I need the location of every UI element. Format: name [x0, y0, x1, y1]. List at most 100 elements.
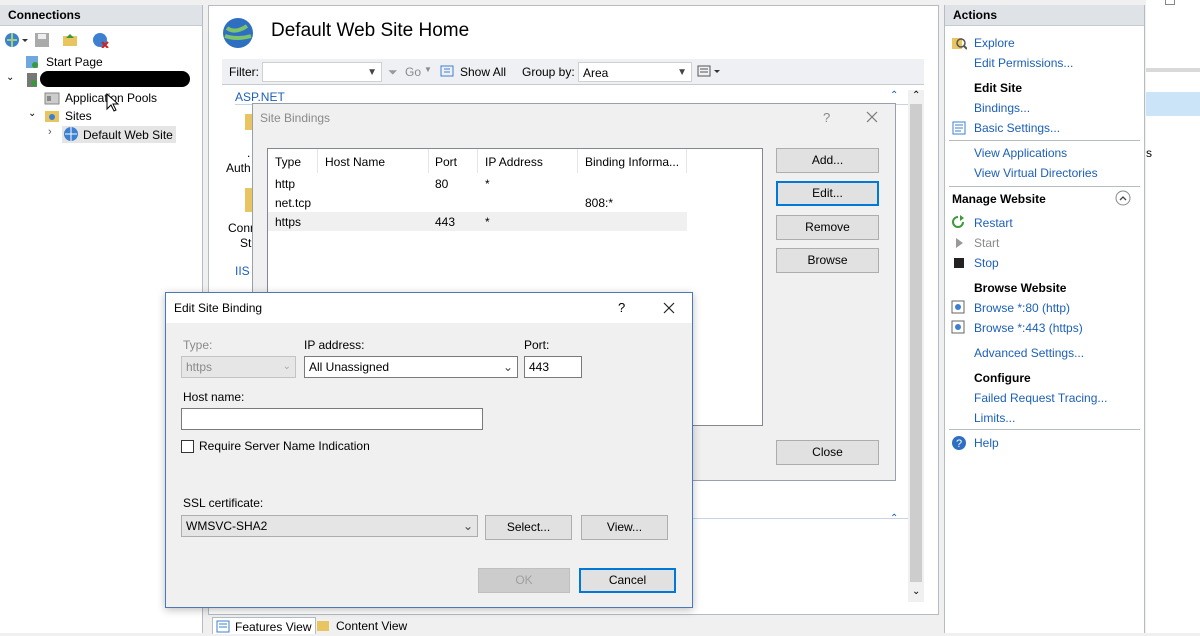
ssl-certificate-label: SSL certificate: — [183, 496, 264, 510]
table-row[interactable]: https 443 * — [268, 212, 687, 231]
restart-link[interactable]: Restart — [974, 216, 1013, 230]
basic-settings-link[interactable]: Basic Settings... — [974, 121, 1060, 135]
section-iis-header[interactable]: IIS — [235, 264, 250, 278]
host-name-label: Host name: — [183, 390, 245, 404]
ip-address-select[interactable]: All Unassigned ⌄ — [304, 356, 518, 378]
stop-link[interactable]: Stop — [974, 256, 999, 270]
browse-443-link[interactable]: Browse *:443 (https) — [974, 321, 1083, 335]
browse-binding-button[interactable]: Browse — [776, 248, 879, 273]
edit-binding-title: Edit Site Binding — [174, 301, 263, 315]
table-row[interactable]: net.tcp 808:* — [268, 193, 687, 212]
content-view-tab[interactable]: Content View — [314, 617, 411, 633]
content-view-label: Content View — [336, 619, 408, 633]
close-bindings-button[interactable]: Close — [776, 440, 879, 465]
help-link[interactable]: Help — [974, 436, 999, 450]
explore-link[interactable]: Explore — [974, 36, 1015, 50]
col-type[interactable]: Type — [275, 155, 301, 169]
background-window-highlight — [1146, 92, 1200, 116]
collapse-circle-icon[interactable] — [1115, 190, 1131, 206]
scroll-up-icon[interactable]: ⌃ — [912, 90, 920, 101]
start-link[interactable]: Start — [974, 236, 999, 250]
advanced-settings-link[interactable]: Advanced Settings... — [974, 346, 1084, 360]
configure-heading: Configure — [974, 371, 1031, 385]
edit-binding-help-button[interactable]: ? — [618, 300, 625, 315]
col-divider — [477, 149, 478, 173]
bindings-link[interactable]: Bindings... — [974, 101, 1030, 115]
actions-divider — [949, 140, 1140, 141]
row-port: 80 — [435, 177, 449, 191]
tree-expander-server[interactable]: ⌄ — [6, 72, 14, 83]
table-row[interactable]: http 80 * — [268, 174, 687, 193]
filter-input[interactable]: ▼ — [262, 62, 382, 82]
col-host-name[interactable]: Host Name — [325, 155, 385, 169]
browse-80-link[interactable]: Browse *:80 (http) — [974, 301, 1070, 315]
view-mode-icon[interactable] — [697, 64, 721, 78]
row-type: https — [275, 215, 302, 229]
remove-binding-button[interactable]: Remove — [776, 215, 879, 240]
row-port: 443 — [435, 215, 456, 229]
save-icon[interactable] — [34, 32, 50, 48]
view-applications-link[interactable]: View Applications — [974, 146, 1067, 160]
site-bindings-help-button[interactable]: ? — [823, 110, 830, 125]
type-label: Type: — [183, 338, 213, 352]
go-dropdown-icon[interactable]: ▼ — [424, 65, 432, 74]
sni-checkbox[interactable] — [181, 440, 194, 453]
tree-server-node[interactable] — [24, 72, 40, 88]
edit-binding-close-icon[interactable] — [662, 301, 676, 315]
site-bindings-close-icon[interactable] — [865, 110, 879, 124]
go-button[interactable]: Go — [405, 65, 421, 79]
edit-binding-button[interactable]: Edit... — [776, 181, 879, 206]
tree-start-page-label: Start Page — [46, 55, 103, 69]
col-divider — [428, 149, 429, 173]
col-ip-address[interactable]: IP Address — [485, 155, 543, 169]
tree-sites-label: Sites — [65, 109, 92, 123]
folder-up-icon[interactable] — [62, 32, 78, 48]
ssl-certificate-value: WMSVC-SHA2 — [186, 519, 268, 533]
mouse-cursor-icon — [106, 93, 120, 113]
explore-icon — [951, 35, 967, 51]
features-view-tab[interactable]: Features View — [212, 617, 317, 634]
view-vdirs-link[interactable]: View Virtual Directories — [974, 166, 1098, 180]
edit-site-heading: Edit Site — [974, 81, 1023, 95]
limits-link[interactable]: Limits... — [974, 411, 1015, 425]
section-aspnet-header[interactable]: ASP.NET — [235, 90, 285, 104]
group-by-select[interactable]: Area ▼ — [578, 62, 692, 82]
col-binding-info[interactable]: Binding Informa... — [585, 155, 679, 169]
feature-label-partial-4: St — [240, 236, 252, 250]
row-binding-info: 808:* — [585, 196, 614, 210]
sites-folder-icon — [44, 108, 60, 124]
actions-divider — [949, 429, 1140, 430]
scroll-down-icon[interactable]: ⌄ — [912, 586, 920, 597]
ok-button[interactable]: OK — [478, 568, 570, 593]
add-binding-button[interactable]: Add... — [776, 148, 879, 173]
col-port[interactable]: Port — [435, 155, 457, 169]
main-scrollbar[interactable]: ⌃ ⌄ — [908, 90, 924, 602]
tree-expander-sites[interactable]: ⌄ — [28, 108, 36, 119]
ssl-certificate-select[interactable]: WMSVC-SHA2 ⌄ — [181, 515, 478, 537]
tree-expander-default-site[interactable]: › — [48, 126, 52, 138]
background-window-bar — [1146, 68, 1200, 72]
edit-permissions-link[interactable]: Edit Permissions... — [974, 56, 1073, 70]
scroll-thumb[interactable] — [910, 104, 922, 582]
bindings-header: Type Host Name Port IP Address Binding I… — [268, 149, 702, 173]
sni-label[interactable]: Require Server Name Indication — [199, 439, 370, 453]
go-funnel-icon: ⏷ — [388, 65, 398, 79]
tree-default-site[interactable]: Default Web Site — [62, 126, 176, 143]
manage-website-header: Manage Website — [945, 188, 1144, 208]
cancel-button[interactable]: Cancel — [579, 568, 676, 593]
select-certificate-button[interactable]: Select... — [485, 515, 572, 540]
connect-globe-icon[interactable] — [4, 32, 30, 48]
background-window-edge: s — [1146, 0, 1200, 633]
section-collapse-icon[interactable]: ⌃ — [890, 90, 898, 101]
restart-icon — [951, 215, 965, 229]
disconnect-icon[interactable] — [92, 32, 110, 48]
view-certificate-button[interactable]: View... — [581, 515, 668, 540]
failed-request-tracing-link[interactable]: Failed Request Tracing... — [974, 391, 1107, 405]
type-select[interactable]: https ⌄ — [181, 356, 296, 378]
port-input[interactable]: 443 — [524, 356, 582, 378]
redacted-server-name — [40, 71, 190, 87]
help-icon: ? — [951, 435, 967, 451]
host-name-input[interactable] — [181, 408, 483, 430]
show-all-button[interactable]: Show All — [460, 65, 506, 79]
show-all-icon — [440, 64, 456, 78]
